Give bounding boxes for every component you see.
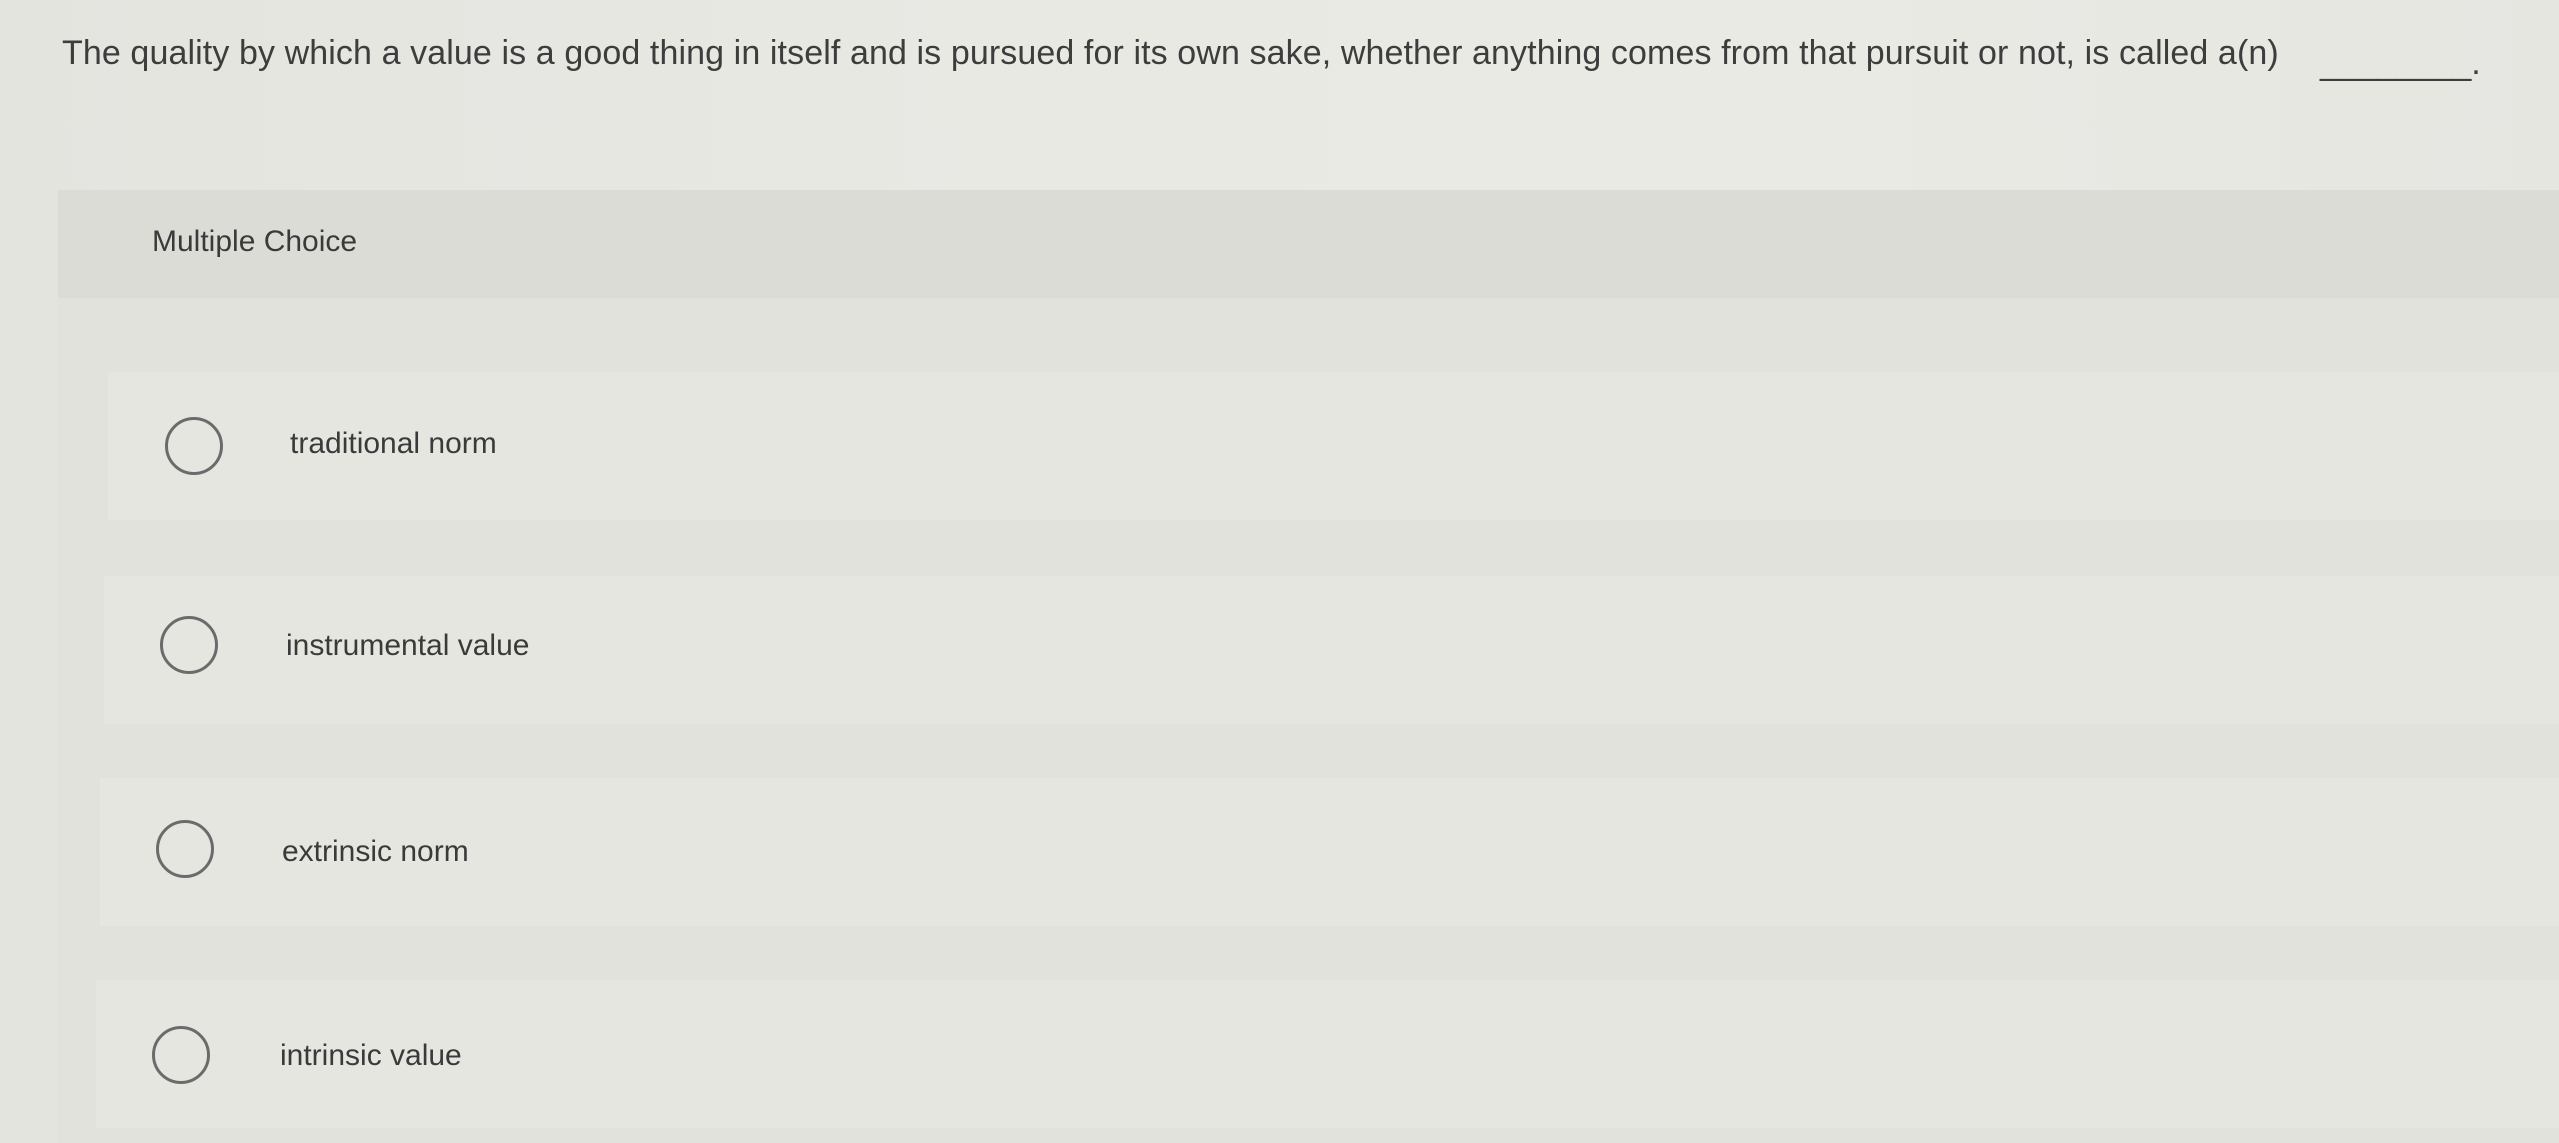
option-label[interactable]: instrumental value: [286, 626, 529, 666]
option-traditional-norm[interactable]: traditional norm: [108, 372, 2559, 520]
radio-button[interactable]: [160, 616, 218, 674]
option-instrumental-value[interactable]: instrumental value: [104, 576, 2559, 724]
radio-button[interactable]: [156, 820, 214, 878]
option-label[interactable]: traditional norm: [290, 424, 497, 464]
option-label[interactable]: extrinsic norm: [282, 832, 469, 872]
question-text: The quality by which a value is a good t…: [62, 34, 2279, 72]
option-extrinsic-norm[interactable]: extrinsic norm: [100, 778, 2559, 926]
option-label[interactable]: intrinsic value: [280, 1036, 462, 1076]
answer-blank: ________.: [2320, 44, 2481, 82]
panel-title: Multiple Choice: [152, 225, 358, 258]
multiple-choice-panel: Multiple Choice traditional norm instrum…: [58, 190, 2559, 1143]
radio-button[interactable]: [152, 1026, 210, 1084]
radio-button[interactable]: [165, 417, 223, 475]
panel-header: Multiple Choice: [58, 190, 2559, 298]
option-intrinsic-value[interactable]: intrinsic value: [96, 980, 2559, 1128]
